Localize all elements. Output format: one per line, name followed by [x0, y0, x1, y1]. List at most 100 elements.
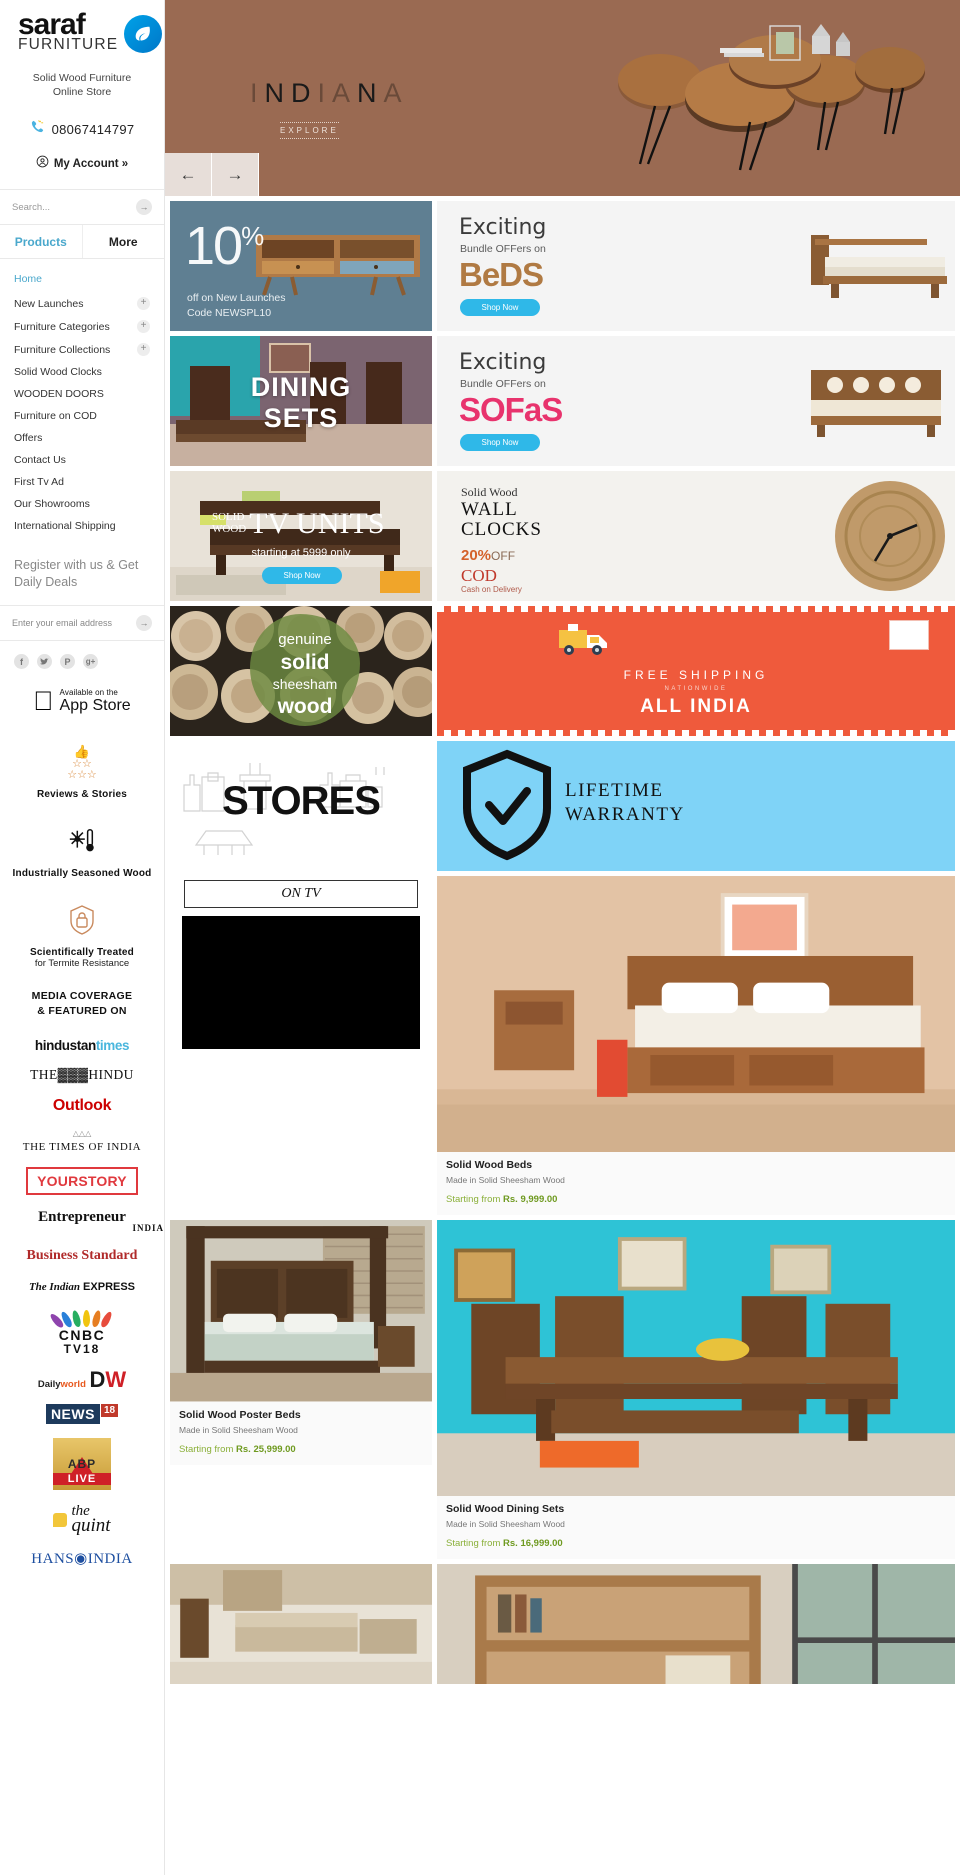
tagline-line-1: Solid Wood Furniture: [32, 72, 132, 84]
app-store-badge[interactable]:  Available on the App Store: [0, 688, 164, 715]
my-account-link[interactable]: My Account »: [0, 155, 164, 189]
sidebar-item-wooden-doors[interactable]: WOODEN DOORS: [0, 383, 164, 405]
promo-exciting-label: Exciting: [459, 215, 547, 240]
media-logo-news18: NEWS 18: [0, 1397, 164, 1431]
logo-brand-sub: FURNITURE: [18, 36, 119, 53]
sidebar-item-label: International Shipping: [14, 520, 116, 533]
promo-tv-units: TV UNITS: [249, 507, 385, 540]
hero-explore-button[interactable]: EXPLORE: [280, 122, 339, 139]
carousel-next-button[interactable]: →: [212, 153, 259, 196]
sidebar-item-label: Furniture Categories: [14, 320, 110, 333]
promo-clock-clocks: CLOCKS: [461, 518, 542, 540]
product-card-beds[interactable]: Solid Wood Beds Made in Solid Sheesham W…: [437, 876, 955, 1216]
shop-now-button[interactable]: Shop Now: [460, 299, 540, 316]
search-box[interactable]: Search... →: [0, 189, 164, 226]
promo-subtext: off on New Launches Code NEWSPL10: [187, 291, 285, 320]
sidebar-item-new-launches[interactable]: New Launches +: [0, 292, 164, 315]
newsletter-form[interactable]: Enter your email address →: [0, 605, 164, 642]
sidebar-item-furniture-on-cod[interactable]: Furniture on COD: [0, 405, 164, 427]
sidebar-item-furniture-categories[interactable]: Furniture Categories +: [0, 315, 164, 338]
tagline-line-2: Online Store: [52, 86, 112, 99]
shop-now-button[interactable]: Shop Now: [262, 567, 342, 584]
on-tv-label[interactable]: ON TV: [184, 880, 418, 908]
sidebar-item-label: Our Showrooms: [14, 498, 90, 511]
promo-dining-words: DINING SETS: [170, 372, 432, 434]
promo-word-genuine: genuine: [278, 631, 332, 648]
promo-tile-ten-percent-off[interactable]: 10% off on New Launches Code NEWSPL10: [170, 201, 432, 331]
promo-tile-bundle-offers-beds[interactable]: Exciting Bundle OFFers on BeDS Shop Now: [437, 201, 955, 331]
media-logo-hans-india: HАNS◉INDIA: [31, 1550, 133, 1567]
promo-clock-wall: WALL: [461, 499, 518, 520]
promo-exciting-label: Exciting: [459, 350, 547, 375]
promo-stores-word: STORES: [222, 779, 381, 823]
product-meta: Solid Wood Dining Sets Made in Solid She…: [437, 1496, 955, 1560]
speech-bubble-icon: [53, 1512, 68, 1527]
promo-tile-bundle-offers-sofas[interactable]: Exciting Bundle OFFers on SOFaS Shop Now: [437, 336, 955, 466]
feature-reviews-stories[interactable]: 👍 ☆☆ ☆☆☆ Reviews & Stories: [0, 733, 164, 814]
my-account-label: My Account »: [53, 158, 129, 171]
product-card-bookshelf-partial[interactable]: [437, 1564, 955, 1685]
search-input[interactable]: Search...: [12, 202, 136, 213]
googleplus-icon[interactable]: g+: [83, 654, 98, 670]
hero-title: INDIANA: [250, 78, 409, 108]
promo-warranty-line-1: LIFETIME: [565, 780, 664, 801]
promo-tile-free-shipping[interactable]: FREE SHIPPING NATIONWIDE ALL INDIA: [437, 606, 955, 736]
search-submit-icon[interactable]: →: [136, 199, 152, 216]
expand-plus-icon[interactable]: +: [137, 320, 150, 334]
sidebar-item-label: Solid Wood Clocks: [14, 366, 102, 379]
bed-product-image: [811, 235, 947, 298]
phone-number[interactable]: 08067414797: [52, 122, 135, 137]
sidebar-item-furniture-collections[interactable]: Furniture Collections +: [0, 338, 164, 361]
social-links: f P g+: [0, 641, 164, 679]
newsletter-submit-icon[interactable]: →: [136, 615, 152, 632]
tab-more[interactable]: More: [81, 225, 165, 259]
carousel-prev-button[interactable]: ←: [165, 153, 212, 196]
sidebar-item-solid-wood-clocks[interactable]: Solid Wood Clocks: [0, 361, 164, 383]
sidebar-item-home[interactable]: Home: [0, 267, 164, 292]
snowflake-thermometer-icon: [8, 826, 156, 861]
sidebar-item-our-showrooms[interactable]: Our Showrooms: [0, 493, 164, 515]
promo-starting-price: starting at 5999 only: [251, 547, 351, 559]
product-card-poster-beds[interactable]: Solid Wood Poster Beds Made in Solid She…: [170, 1220, 432, 1560]
sidebar-tabs: Products More: [0, 225, 165, 260]
promo-solid: SOLID: [212, 511, 245, 524]
logo-text: saraf FURNITURE: [18, 10, 118, 53]
pinterest-icon[interactable]: P: [60, 654, 75, 670]
promo-discount-number: 10%: [185, 216, 264, 276]
feature-subtitle: for Termite Resistance: [34, 956, 130, 969]
hero-banner[interactable]: INDIANA EXPLORE ← →: [165, 0, 960, 196]
promo-tile-wall-clocks[interactable]: Solid Wood WALL CLOCKS 20%OFF COD Cash o…: [437, 471, 955, 601]
product-price: Starting from Rs. 16,999.00: [446, 1538, 946, 1549]
product-card-sofa-partial[interactable]: [170, 1564, 432, 1685]
sidebar-item-label: Furniture on COD: [14, 410, 97, 423]
sidebar-item-offers[interactable]: Offers: [0, 427, 164, 449]
sidebar-item-international-shipping[interactable]: International Shipping: [0, 515, 164, 537]
promo-row: ON TV Solid Wood Beds Made in Solid Shee…: [170, 876, 955, 1216]
expand-plus-icon[interactable]: +: [137, 297, 150, 311]
phone-row[interactable]: 08067414797: [0, 119, 164, 139]
expand-plus-icon[interactable]: +: [137, 343, 150, 357]
media-logo-outlook: Outlook: [52, 1095, 112, 1114]
sidebar-item-contact-us[interactable]: Contact Us: [0, 449, 164, 471]
twitter-icon[interactable]: [37, 654, 52, 670]
promo-tile-dining-sets[interactable]: DINING SETS: [170, 336, 432, 466]
tab-products[interactable]: Products: [0, 225, 82, 258]
media-logo-the-hindu: THE▓▓▓HINDU: [30, 1065, 134, 1082]
sidebar-item-label: WOODEN DOORS: [14, 388, 104, 401]
feature-termite-resistance: Scientifically Treated for Termite Resis…: [0, 893, 164, 983]
email-input[interactable]: Enter your email address: [12, 618, 136, 628]
video-player[interactable]: [182, 916, 420, 1049]
promo-tile-lifetime-warranty[interactable]: LIFETIME WARRANTY: [437, 741, 955, 871]
product-image-dining-sets: [437, 1220, 955, 1497]
facebook-icon[interactable]: f: [14, 654, 29, 670]
hero-carousel-controls: ← →: [165, 153, 259, 196]
product-card-dining-sets[interactable]: Solid Wood Dining Sets Made in Solid She…: [437, 1220, 955, 1560]
product-price-prefix: Starting from: [446, 1194, 501, 1206]
site-logo[interactable]: saraf FURNITURE: [0, 0, 164, 57]
sidebar-item-first-tv-ad[interactable]: First Tv Ad: [0, 471, 164, 493]
product-price-value: Rs. 25,999.00: [236, 1443, 296, 1455]
promo-tile-tv-units[interactable]: SOLID WOOD TV UNITS starting at 5999 onl…: [170, 471, 432, 601]
promo-tile-sheesham-wood[interactable]: genuine solid sheesham wood: [170, 606, 432, 736]
promo-tile-stores[interactable]: STORES: [170, 741, 432, 871]
shop-now-button[interactable]: Shop Now: [460, 434, 540, 451]
